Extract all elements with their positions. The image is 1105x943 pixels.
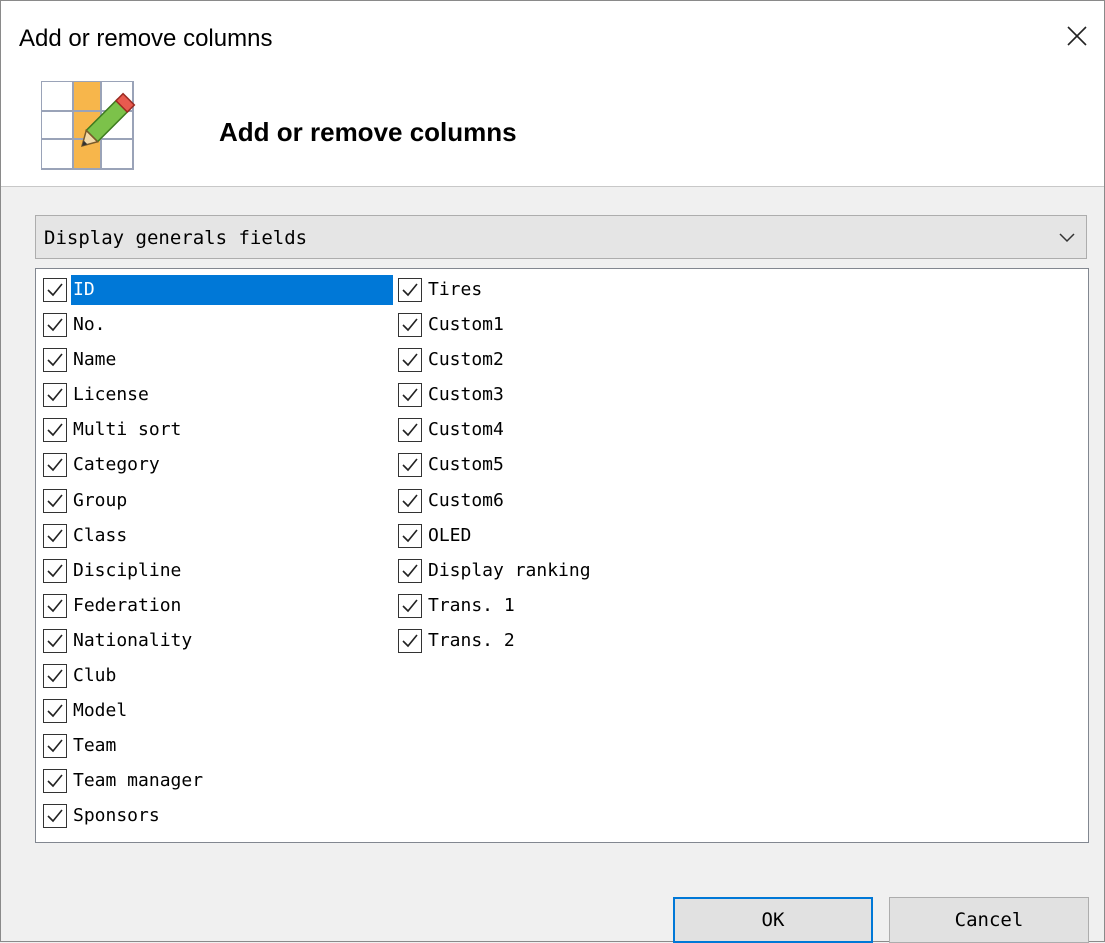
column-option[interactable]: Category: [41, 450, 393, 485]
cancel-button[interactable]: Cancel: [889, 897, 1089, 943]
column-option[interactable]: Discipline: [41, 556, 393, 591]
checkbox[interactable]: [43, 453, 67, 478]
checkbox[interactable]: [398, 348, 422, 373]
dropdown-selected-value: Display generals fields: [44, 227, 308, 249]
checkbox[interactable]: [398, 593, 422, 618]
column-option[interactable]: No.: [41, 310, 393, 345]
checkbox[interactable]: [43, 523, 67, 548]
column-option-label: Custom6: [428, 489, 504, 511]
column-option-label: Custom5: [428, 454, 504, 476]
checkbox[interactable]: [398, 278, 422, 302]
checkbox[interactable]: [43, 488, 67, 513]
column-option[interactable]: Custom6: [396, 486, 696, 521]
column-option-label: OLED: [428, 524, 472, 546]
checkbox[interactable]: [43, 664, 67, 689]
column-option[interactable]: Custom1: [396, 310, 696, 345]
column-option-label: No.: [73, 314, 106, 336]
column-option[interactable]: Custom3: [396, 380, 696, 415]
title-bar: Add or remove columns: [1, 1, 1104, 71]
column-option-label: Discipline: [73, 559, 182, 581]
column-option[interactable]: Custom5: [396, 450, 696, 485]
column-option[interactable]: Nationality: [41, 626, 393, 661]
checkbox[interactable]: [43, 593, 67, 618]
column-option-label: Custom4: [428, 419, 504, 441]
checkbox[interactable]: [43, 278, 67, 302]
column-option-label: License: [73, 384, 149, 406]
column-option-label: Custom2: [428, 349, 504, 371]
column-option[interactable]: Federation: [41, 591, 393, 626]
column-option[interactable]: OLED: [396, 521, 696, 556]
column-option-label: Trans. 1: [428, 594, 515, 616]
column-option[interactable]: Team: [41, 731, 393, 766]
column-option-label: Team: [73, 735, 117, 757]
columns-checklist[interactable]: ID No. Name License Multi sort Category Group C…: [35, 268, 1089, 843]
checkbox[interactable]: [398, 383, 422, 408]
column-option-label: Display ranking: [428, 559, 591, 581]
chevron-down-icon: [1058, 230, 1076, 244]
column-option[interactable]: License: [41, 380, 393, 415]
column-option-label: Category: [73, 454, 160, 476]
column-option-label: Class: [73, 524, 128, 546]
field-group-dropdown[interactable]: Display generals fields: [35, 215, 1087, 259]
column-option[interactable]: Tires: [396, 275, 696, 310]
table-edit-icon: [40, 80, 141, 177]
column-option[interactable]: Custom2: [396, 345, 696, 380]
column-option-label: Group: [73, 489, 128, 511]
column-option-label: Tires: [428, 279, 483, 300]
checkbox[interactable]: [398, 418, 422, 443]
column-option-label: Trans. 2: [428, 629, 515, 651]
checkbox[interactable]: [43, 628, 67, 653]
window-title: Add or remove columns: [19, 25, 273, 52]
column-option[interactable]: Model: [41, 696, 393, 731]
column-option-label: Sponsors: [73, 805, 160, 827]
dialog-header: Add or remove columns: [1, 71, 1104, 187]
column-option-label: Custom3: [428, 384, 504, 406]
column-option[interactable]: Club: [41, 661, 393, 696]
column-option-label: Model: [73, 700, 128, 722]
column-option-label: Name: [73, 349, 117, 371]
column-option-label: Federation: [73, 594, 182, 616]
checkbox[interactable]: [398, 453, 422, 478]
checkbox[interactable]: [398, 488, 422, 513]
column-option[interactable]: Trans. 1: [396, 591, 696, 626]
checkbox[interactable]: [398, 558, 422, 583]
checkbox[interactable]: [398, 523, 422, 548]
checkbox[interactable]: [43, 383, 67, 408]
header-title: Add or remove columns: [219, 117, 517, 147]
checkbox[interactable]: [43, 734, 67, 759]
checkbox[interactable]: [43, 699, 67, 724]
column-option-label: Club: [73, 665, 117, 687]
column-option[interactable]: Team manager: [41, 766, 393, 801]
column-option[interactable]: Multi sort: [41, 415, 393, 450]
checkbox[interactable]: [43, 418, 67, 443]
column-option[interactable]: Sponsors: [41, 801, 393, 836]
add-remove-columns-dialog: Add or remove columns Add or remove colu…: [0, 0, 1105, 943]
checkbox[interactable]: [398, 628, 422, 653]
column-option[interactable]: Group: [41, 486, 393, 521]
column-option-label: Team manager: [73, 770, 204, 792]
checkbox[interactable]: [43, 313, 67, 338]
checklist-column-left: ID No. Name License Multi sort Category Group C…: [41, 275, 393, 837]
column-option-label: Custom1: [428, 314, 504, 336]
close-icon[interactable]: [1060, 19, 1094, 53]
column-option-label: Nationality: [73, 629, 193, 651]
column-option[interactable]: Class: [41, 521, 393, 556]
column-option[interactable]: ID: [41, 275, 393, 310]
checkbox[interactable]: [43, 558, 67, 583]
checkbox[interactable]: [43, 804, 67, 829]
ok-button[interactable]: OK: [673, 897, 873, 943]
column-option-label: Multi sort: [73, 419, 182, 441]
checkbox[interactable]: [43, 769, 67, 794]
checkbox[interactable]: [398, 313, 422, 338]
checkbox[interactable]: [43, 348, 67, 373]
column-option[interactable]: Name: [41, 345, 393, 380]
column-option[interactable]: Trans. 2: [396, 626, 696, 661]
column-option[interactable]: Custom4: [396, 415, 696, 450]
checklist-column-right: Tires Custom1 Custom2 Custom3 Custom4 Custom5…: [396, 275, 696, 661]
column-option-label: ID: [71, 275, 393, 305]
column-option[interactable]: Display ranking: [396, 556, 696, 591]
